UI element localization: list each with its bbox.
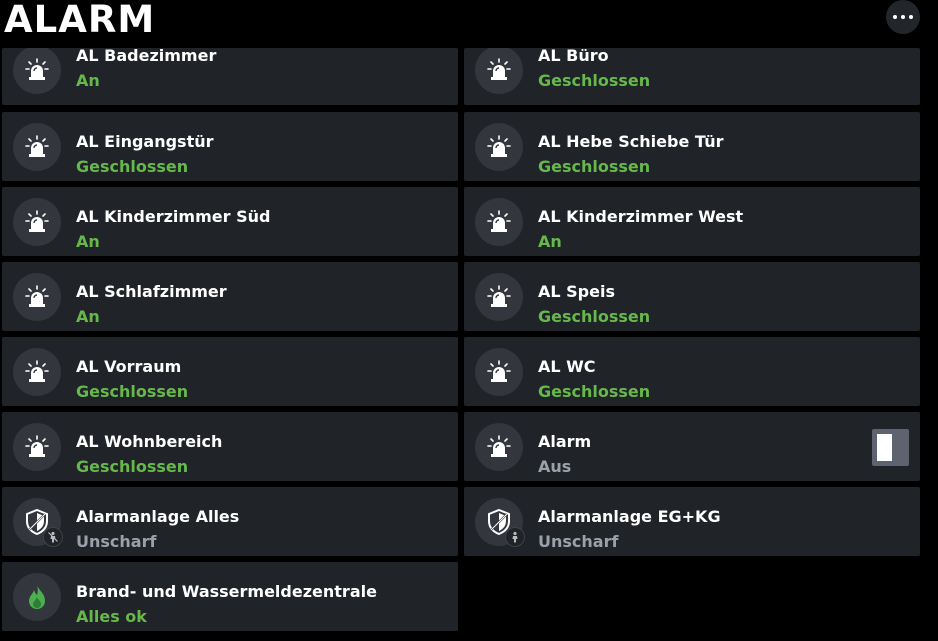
person-icon [505, 527, 525, 547]
device-name: AL Eingangstür [76, 132, 214, 151]
device-tile[interactable]: AL Vorraum Geschlossen [2, 337, 458, 406]
device-tile[interactable]: AL Kinderzimmer Süd An [2, 187, 458, 256]
device-tile[interactable]: AL Wohnbereich Geschlossen [2, 412, 458, 481]
siren-icon[interactable] [475, 122, 523, 171]
device-tile[interactable]: Brand- und Wassermeldezentrale Alles ok [2, 562, 458, 631]
device-name: Alarm [538, 432, 592, 451]
device-tile[interactable]: AL Kinderzimmer West An [464, 187, 920, 256]
person-crossed-icon [43, 527, 63, 547]
device-name: AL Badezimmer [76, 48, 217, 65]
device-name: AL Kinderzimmer West [538, 207, 744, 226]
device-grid: AL Badezimmer An AL Büro Geschlossen AL Eing… [0, 0, 938, 641]
device-state: Geschlossen [538, 157, 651, 176]
device-name: Alarmanlage Alles [76, 507, 240, 526]
device-state: Geschlossen [538, 71, 651, 90]
device-tile[interactable]: AL Hebe Schiebe Tür Geschlossen [464, 112, 920, 181]
device-state: Geschlossen [76, 457, 189, 476]
device-tile[interactable]: AL Eingangstür Geschlossen [2, 112, 458, 181]
device-state: Unscharf [538, 532, 619, 551]
siren-icon[interactable] [13, 197, 61, 246]
siren-icon[interactable] [475, 48, 523, 94]
device-state: Geschlossen [76, 157, 189, 176]
siren-icon[interactable] [475, 347, 523, 396]
device-tile[interactable]: AL Speis Geschlossen [464, 262, 920, 331]
device-tile[interactable]: Alarmanlage Alles Unscharf [2, 487, 458, 556]
siren-icon[interactable] [475, 422, 523, 471]
device-state: Geschlossen [538, 307, 651, 326]
device-state: Aus [538, 457, 572, 476]
device-name: AL WC [538, 357, 596, 376]
device-tile[interactable]: Alarm Aus [464, 412, 920, 481]
siren-icon[interactable] [13, 272, 61, 321]
flame-icon[interactable] [13, 572, 61, 621]
toggle-knob [877, 434, 892, 461]
device-state: An [76, 71, 100, 90]
siren-icon[interactable] [475, 197, 523, 246]
device-name: AL Speis [538, 282, 615, 301]
device-name: AL Vorraum [76, 357, 182, 376]
device-tile[interactable]: AL Schlafzimmer An [2, 262, 458, 331]
device-state: Alles ok [76, 607, 147, 626]
device-state: An [76, 307, 100, 326]
device-name: AL Wohnbereich [76, 432, 223, 451]
device-state: Geschlossen [538, 382, 651, 401]
device-tile[interactable]: AL WC Geschlossen [464, 337, 920, 406]
alarm-toggle[interactable] [872, 429, 909, 466]
siren-icon[interactable] [13, 347, 61, 396]
device-state: Geschlossen [76, 382, 189, 401]
device-tile[interactable]: AL Büro Geschlossen [464, 48, 920, 105]
siren-icon[interactable] [475, 272, 523, 321]
device-name: AL Büro [538, 48, 609, 65]
device-tile[interactable]: Alarmanlage EG+KG Unscharf [464, 487, 920, 556]
device-name: Brand- und Wassermeldezentrale [76, 582, 377, 601]
device-tile[interactable]: AL Badezimmer An [2, 48, 458, 105]
device-name: Alarmanlage EG+KG [538, 507, 721, 526]
device-state: Unscharf [76, 532, 157, 551]
device-name: AL Kinderzimmer Süd [76, 207, 271, 226]
device-state: An [538, 232, 562, 251]
siren-icon[interactable] [13, 422, 61, 471]
siren-icon[interactable] [13, 122, 61, 171]
siren-icon[interactable] [13, 48, 61, 94]
device-name: AL Schlafzimmer [76, 282, 227, 301]
device-state: An [76, 232, 100, 251]
device-name: AL Hebe Schiebe Tür [538, 132, 724, 151]
